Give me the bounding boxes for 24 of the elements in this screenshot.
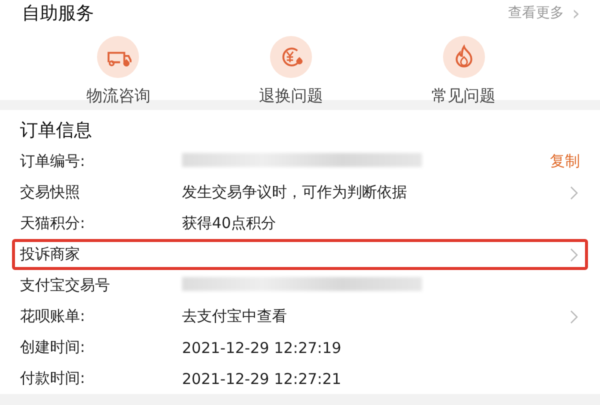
field-label: 花呗账单: — [20, 307, 86, 326]
chevron-right-icon[interactable] — [570, 186, 578, 200]
field-label: 投诉商家 — [20, 245, 81, 264]
field-value: 2021-12-29 12:27:19 — [182, 338, 342, 356]
chevron-right-icon[interactable] — [570, 310, 578, 324]
flame-icon[interactable] — [442, 36, 485, 78]
section-title: 自助服务 — [22, 2, 94, 25]
field-value: 获得40点积分 — [182, 214, 276, 232]
service-label[interactable]: 物流咨询 — [86, 86, 150, 107]
chevron-right-icon[interactable] — [570, 248, 578, 262]
field-label: 支付宝交易号 — [20, 276, 111, 295]
service-label[interactable]: 退换问题 — [258, 86, 323, 107]
field-label: 创建时间: — [20, 338, 86, 357]
coin-icon[interactable] — [270, 36, 312, 78]
field-value: 2021-12-29 12:27:21 — [182, 370, 342, 388]
service-label[interactable]: 常见问题 — [432, 86, 496, 107]
truck-icon[interactable] — [97, 36, 140, 78]
field-value: 发生交易争议时，可作为判断依据 — [182, 183, 407, 201]
section-title: 订单信息 — [19, 119, 93, 143]
field-label: 交易快照 — [20, 183, 81, 202]
field-label: 天猫积分: — [20, 214, 86, 233]
field-label: 订单编号: — [20, 152, 86, 171]
field-label: 付款时间: — [20, 369, 86, 388]
field-value: 去支付宝中查看 — [182, 307, 287, 325]
